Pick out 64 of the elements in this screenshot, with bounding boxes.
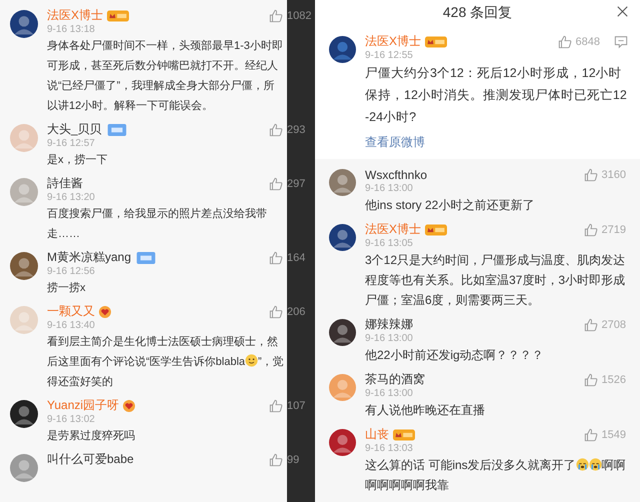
user-name[interactable]: 大头_贝贝 (47, 121, 102, 138)
comment-text: 是x，捞一下 (47, 153, 108, 168)
comment-date: 9-16 13:40 (47, 319, 96, 332)
comment-date: 9-16 13:05 (365, 237, 414, 250)
thumbs-up-icon[interactable] (269, 8, 283, 22)
crying-emoji-icon (576, 458, 589, 471)
thumbs-up-icon[interactable] (269, 398, 283, 412)
comment-date: 9-16 13:00 (365, 182, 414, 195)
like-count: 2719 (602, 222, 626, 236)
thumbs-up-icon[interactable] (584, 428, 598, 442)
comment-text: 3个12只是大约时间，尸僵形成与温度、肌肉发达程度等也有关系。比如室温37度时，3小时即形成尸僵；室温6度，则需要两三天。 (365, 252, 626, 309)
like-count: 3160 (602, 168, 626, 182)
comment-text: 看到层主简介是生化博士法医硕士病理硕士，然后这里面有个评论说“医学生告诉你blabla ”，觉得还蛮好笑的 (47, 334, 285, 390)
comment-text: 百度搜索尸僵，给我显示的照片差点没给我带走…… (47, 206, 268, 242)
comment-date: 9-16 13:18 (47, 23, 96, 36)
thumbs-up-icon[interactable] (269, 250, 283, 264)
close-icon[interactable] (617, 6, 628, 17)
user-name[interactable]: 詩佳酱 (47, 175, 83, 192)
comment-date: 9-16 13:20 (47, 191, 96, 204)
comment-text: 有人说他昨晚还在直播 (365, 402, 486, 419)
user-name[interactable]: M黄米凉糕yang (47, 249, 132, 266)
view-original-link[interactable]: 查看原微博 (365, 134, 628, 151)
comment-date: 9-16 13:03 (365, 442, 414, 455)
smile-emoji-icon (245, 354, 258, 367)
comment-text: 这么算的话 可能ins发后没多久就离开了 啊啊啊啊啊啊啊我靠 (365, 457, 626, 494)
user-name[interactable]: 叫什么可爱babe (47, 451, 134, 468)
crying-emoji-icon (588, 458, 602, 471)
comment-text: 他ins story 22小时之前还更新了 (365, 197, 536, 214)
thumbs-up-icon[interactable] (584, 222, 598, 236)
thumbs-up-icon[interactable] (269, 176, 283, 190)
comment-date: 9-16 13:00 (365, 332, 414, 345)
comment-text: 身体各处尸僵时间不一样，头颈部最早1-3小时即可形成，甚至死后数分钟嘴巴就打不开。经纪人说“已经尸僵了”，我理解成全身大部分尸僵，所以讲12小时。解释一下可能误会。 (47, 38, 284, 114)
user-name[interactable]: 娜辣辣娜 (365, 316, 413, 333)
like-count: 2708 (602, 318, 626, 332)
comment-date: 9-16 13:02 (47, 413, 96, 426)
comment-icon[interactable] (614, 34, 628, 48)
comment-text: 捞一捞x (47, 281, 86, 296)
thumbs-up-icon[interactable] (558, 34, 572, 48)
thumbs-up-icon[interactable] (584, 168, 598, 182)
like-count: 164 (287, 250, 306, 264)
thumbs-up-icon[interactable] (584, 372, 598, 386)
like-count: 206 (287, 304, 306, 318)
thumbs-up-icon[interactable] (269, 122, 283, 136)
like-count: 1526 (602, 372, 626, 386)
like-count: 6848 (576, 34, 600, 48)
like-count: 99 (287, 452, 300, 466)
sheet-title: 428 条回复 (442, 4, 512, 22)
thumbs-up-icon[interactable] (269, 304, 283, 318)
comment-date: 9-16 12:57 (47, 137, 96, 150)
user-name[interactable]: 茶马的酒窝 (365, 371, 425, 388)
comment-date: 9-16 12:56 (47, 265, 96, 278)
like-count: 107 (287, 398, 306, 412)
thumbs-up-icon[interactable] (269, 452, 283, 466)
thumbs-up-icon[interactable] (584, 318, 598, 332)
comment-date: 9-16 13:00 (365, 387, 414, 400)
comment-text: 他22小时前还发ig动态啊？？？？ (365, 347, 545, 364)
like-count: 1082 (287, 8, 311, 22)
comment-text: 是劳累过度猝死吗 (47, 428, 136, 444)
like-count: 1549 (602, 428, 626, 442)
like-count: 293 (287, 122, 306, 136)
comment-date: 9-16 12:55 (365, 49, 414, 62)
user-name[interactable]: Wsxcfthnko (365, 168, 428, 182)
comment-text: 尸僵大约分3个12：死后12小时形成，12小时保持，12小时消失。推测发现尸体时已死亡12-24小时? (365, 65, 628, 126)
like-count: 297 (287, 176, 306, 190)
